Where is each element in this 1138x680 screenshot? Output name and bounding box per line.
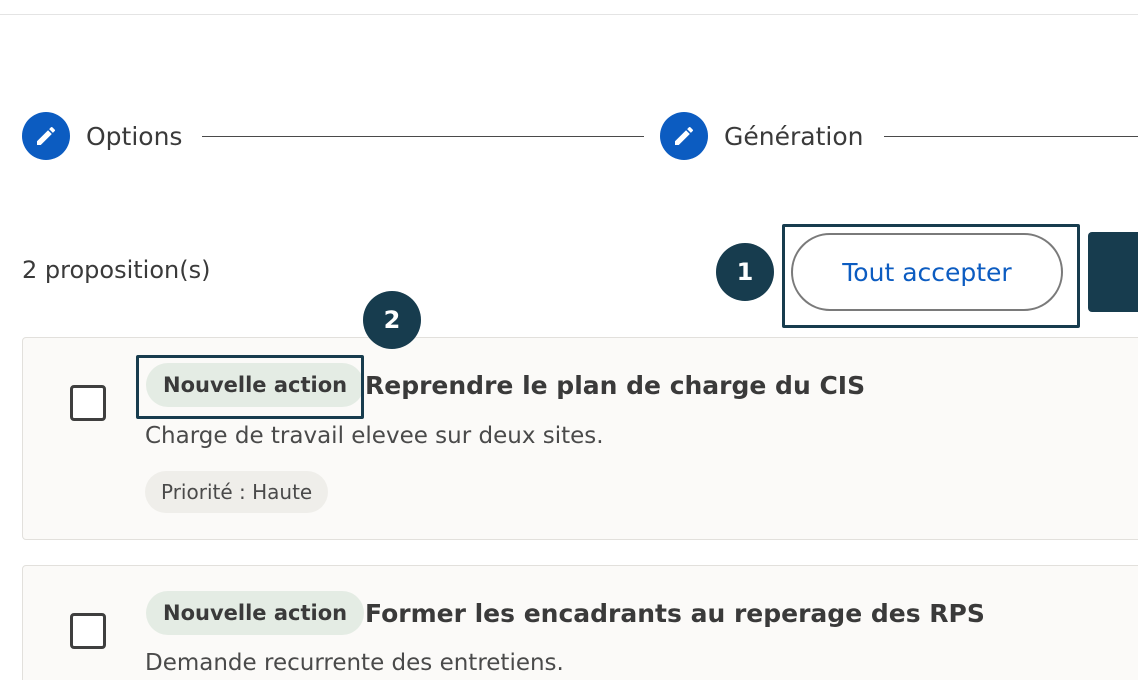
step-connector <box>202 136 644 137</box>
primary-action-button[interactable] <box>1088 232 1138 312</box>
proposal-description: Charge de travail elevee sur deux sites. <box>145 423 604 449</box>
step-label-options: Options <box>86 121 183 151</box>
highlight-box-tag <box>136 355 364 419</box>
new-action-tag: Nouvelle action <box>146 591 365 635</box>
step-options[interactable]: Options <box>22 112 182 160</box>
priority-badge: Priorité : Haute <box>145 471 329 513</box>
accept-all-button[interactable]: Tout accepter <box>791 233 1063 311</box>
proposal-description: Demande recurrente des entretiens. <box>145 650 564 676</box>
pencil-icon <box>660 112 708 160</box>
proposal-count: 2 proposition(s) <box>22 256 211 284</box>
proposal-card: Nouvelle action Former les encadrants au… <box>22 565 1138 680</box>
pencil-icon <box>22 112 70 160</box>
proposal-checkbox[interactable] <box>70 613 106 649</box>
step-connector <box>884 136 1138 137</box>
annotation-marker-2: 2 <box>363 291 421 349</box>
annotation-marker-1: 1 <box>716 243 774 301</box>
step-label-generation: Génération <box>724 121 864 151</box>
step-generation[interactable]: Génération <box>660 112 863 160</box>
proposal-title: Reprendre le plan de charge du CIS <box>365 371 866 400</box>
proposal-title: Former les encadrants au reperage des RP… <box>365 599 985 628</box>
top-divider <box>0 14 1138 15</box>
proposal-checkbox[interactable] <box>70 385 106 421</box>
